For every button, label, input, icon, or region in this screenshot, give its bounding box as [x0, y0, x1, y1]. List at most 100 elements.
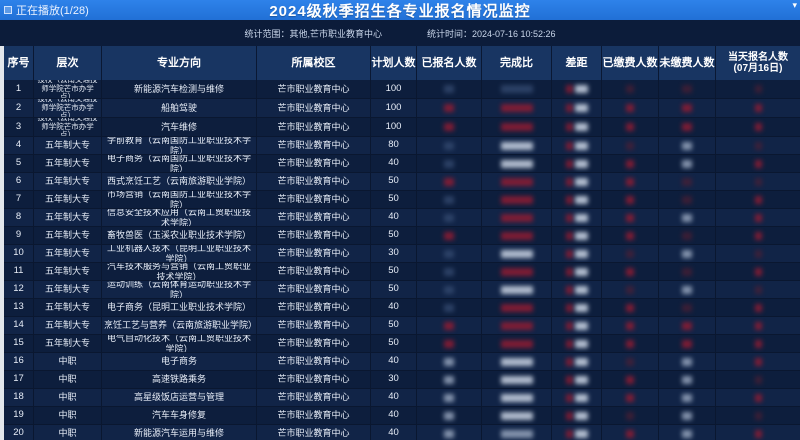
- cell-level: 中职: [34, 353, 102, 371]
- table-row: 19中职汽车车身修复芒市职业教育中心40: [4, 407, 800, 425]
- redacted-value: [444, 358, 454, 366]
- stats-scope: 统计范围：其他,芒市职业教育中心: [244, 27, 382, 40]
- cell-no: 12: [4, 281, 34, 299]
- redacted-value: [575, 232, 588, 240]
- redacted-value: [682, 196, 692, 204]
- cell-gap-masked: [552, 137, 602, 155]
- enrollment-table: 序号 层次 专业方向 所属校区 计划人数 已报名人数 完成比 差距 已缴费人数 …: [4, 46, 800, 440]
- now-playing-control[interactable]: 正在播放(1/28): [4, 0, 89, 20]
- header-cell-today: 当天报名人数 (07月16日): [716, 46, 800, 80]
- cell-planned: 40: [371, 389, 417, 407]
- redacted-value: [575, 430, 588, 438]
- page-title: 2024级秋季招生各专业报名情况监控: [269, 0, 530, 21]
- cell-paid-masked: [602, 191, 659, 209]
- cell-today-masked: [716, 155, 800, 173]
- cell-planned: 100: [371, 80, 417, 99]
- redacted-value: [501, 340, 533, 348]
- redacted-value: [755, 250, 762, 258]
- cell-level: 中职: [34, 371, 102, 389]
- table-row: 17中职高速铁路乘务芒市职业教育中心30: [4, 371, 800, 389]
- cell-major: 信息安全技术应用（云南工贸职业技术学院）: [102, 209, 257, 227]
- cell-level: 技校（云南交通技师学院芒市办学点）: [34, 80, 102, 99]
- cell-major: 学前教育（云南国防工业职业技术学院）: [102, 137, 257, 155]
- cell-paid-masked: [602, 263, 659, 281]
- redacted-value: [444, 268, 454, 276]
- table-row: 3技校（云南交通技师学院芒市办学点）汽车维修芒市职业教育中心100: [4, 118, 800, 137]
- cell-campus: 芒市职业教育中心: [257, 209, 371, 227]
- redacted-value: [501, 250, 533, 258]
- cell-unpaid-masked: [659, 80, 716, 99]
- redacted-value: [566, 178, 573, 186]
- cell-paid-masked: [602, 425, 659, 440]
- cell-today-masked: [716, 335, 800, 353]
- cell-paid-masked: [602, 155, 659, 173]
- table-row: 2技校（云南交通技师学院芒市办学点）船舶驾驶芒市职业教育中心100: [4, 99, 800, 118]
- redacted-value: [626, 430, 634, 438]
- header-today-line2: (07月16日): [734, 63, 783, 75]
- cell-no: 19: [4, 407, 34, 425]
- cell-campus: 芒市职业教育中心: [257, 155, 371, 173]
- redacted-value: [682, 232, 692, 240]
- cell-paid-masked: [602, 389, 659, 407]
- cell-paid-masked: [602, 227, 659, 245]
- redacted-value: [755, 123, 762, 131]
- redacted-value: [755, 358, 762, 366]
- redacted-value: [682, 304, 692, 312]
- cell-major: 新能源汽车运用与维修: [102, 425, 257, 440]
- cell-gap-masked: [552, 191, 602, 209]
- cell-today-masked: [716, 99, 800, 118]
- cell-unpaid-masked: [659, 353, 716, 371]
- redacted-value: [682, 268, 692, 276]
- redacted-value: [444, 376, 454, 384]
- redacted-value: [755, 430, 762, 438]
- cell-today-masked: [716, 371, 800, 389]
- redacted-value: [755, 322, 762, 330]
- redacted-value: [682, 123, 692, 131]
- cell-major: 汽车维修: [102, 118, 257, 137]
- cell-gap-masked: [552, 389, 602, 407]
- redacted-value: [755, 232, 762, 240]
- cell-today-masked: [716, 353, 800, 371]
- cell-registered-masked: [417, 209, 482, 227]
- cell-registered-masked: [417, 281, 482, 299]
- cell-registered-masked: [417, 263, 482, 281]
- playing-checkbox-icon[interactable]: [4, 6, 12, 14]
- cell-today-masked: [716, 389, 800, 407]
- cell-gap-masked: [552, 425, 602, 440]
- cell-completion-masked: [482, 245, 552, 263]
- cell-planned: 30: [371, 371, 417, 389]
- redacted-value: [566, 340, 573, 348]
- cell-today-masked: [716, 173, 800, 191]
- redacted-value: [626, 196, 634, 204]
- cell-gap-masked: [552, 155, 602, 173]
- redacted-value: [755, 104, 762, 112]
- cell-gap-masked: [552, 245, 602, 263]
- redacted-value: [575, 123, 588, 131]
- cell-planned: 30: [371, 245, 417, 263]
- chevron-down-icon[interactable]: ▾: [792, 0, 797, 11]
- cell-unpaid-masked: [659, 209, 716, 227]
- redacted-value: [682, 85, 692, 93]
- cell-completion-masked: [482, 209, 552, 227]
- cell-level: 五年制大专: [34, 137, 102, 155]
- cell-level: 五年制大专: [34, 155, 102, 173]
- redacted-value: [566, 196, 573, 204]
- redacted-value: [755, 196, 762, 204]
- cell-no: 15: [4, 335, 34, 353]
- cell-completion-masked: [482, 389, 552, 407]
- cell-campus: 芒市职业教育中心: [257, 118, 371, 137]
- redacted-value: [626, 142, 634, 150]
- cell-level: 五年制大专: [34, 173, 102, 191]
- cell-major: 电子商务（昆明工业职业技术学院）: [102, 299, 257, 317]
- redacted-value: [626, 340, 634, 348]
- cell-level: 五年制大专: [34, 281, 102, 299]
- cell-major: 西式烹饪工艺（云南旅游职业学院）: [102, 173, 257, 191]
- cell-major: 工业机器人技术（昆明工业职业技术学院）: [102, 245, 257, 263]
- cell-unpaid-masked: [659, 371, 716, 389]
- redacted-value: [755, 304, 762, 312]
- now-playing-label: 正在播放(1/28): [16, 2, 89, 18]
- cell-paid-masked: [602, 99, 659, 118]
- redacted-value: [682, 160, 692, 168]
- cell-gap-masked: [552, 371, 602, 389]
- cell-campus: 芒市职业教育中心: [257, 263, 371, 281]
